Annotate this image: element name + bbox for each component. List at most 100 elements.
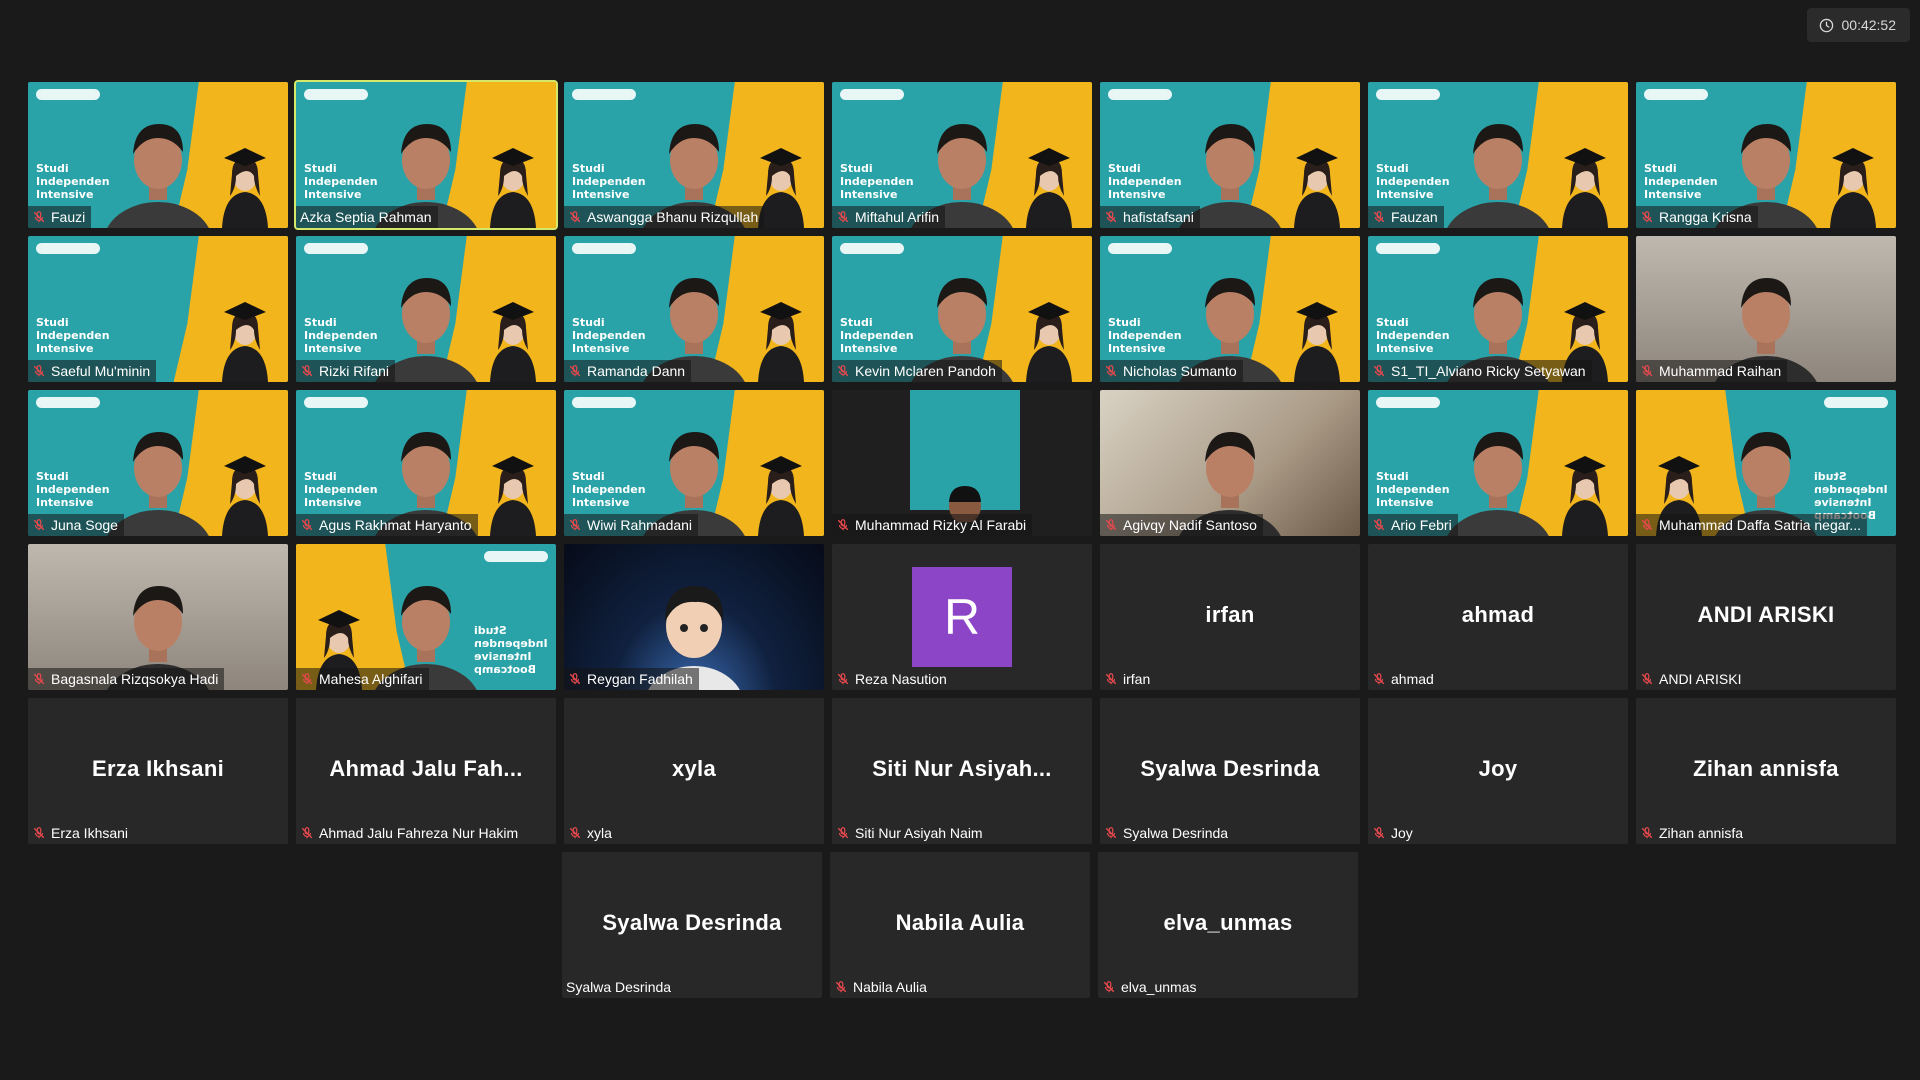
graduate-graphic <box>1562 456 1608 536</box>
participant-name-label: Agus Rakhmat Haryanto <box>296 514 478 536</box>
participant-tile[interactable]: ANDI ARISKI ANDI ARISKI <box>1636 544 1896 690</box>
participant-tile[interactable]: Studi Independen Intensive hafistafsani <box>1100 82 1360 228</box>
promo-line: Independen <box>1108 175 1182 188</box>
participant-tile[interactable]: Studi Independen Intensive Azka Septia Rahm… <box>294 80 558 230</box>
virtual-background-text: Studi Independen Intensive <box>1108 162 1182 201</box>
mic-muted-icon <box>1373 211 1385 223</box>
participant-tile[interactable]: Studi Independen Intensive Ario Febri <box>1368 390 1628 536</box>
participant-tile[interactable]: Muhammad Raihan <box>1636 236 1896 382</box>
promo-line: Intensive <box>840 342 898 355</box>
participant-tile[interactable]: Studi Independen Intensive Miftahul Arifin <box>832 82 1092 228</box>
participant-name: Agivqy Nadif Santoso <box>1123 517 1257 533</box>
promo-line: Independen <box>572 483 646 496</box>
mic-muted-icon <box>1373 365 1385 377</box>
participant-tile[interactable]: Studi Independen Intensive Rangga Krisna <box>1636 82 1896 228</box>
participant-tile[interactable]: Syalwa Desrinda Syalwa Desrinda <box>562 852 822 998</box>
promo-line: Intensive <box>572 342 630 355</box>
promo-line: Independen <box>36 329 110 342</box>
brand-logo <box>36 89 100 100</box>
participant-tile[interactable]: Studi Independen Intensive Agus Rakhmat Har… <box>296 390 556 536</box>
participant-name-label: Agivqy Nadif Santoso <box>1100 514 1263 536</box>
mic-muted-icon <box>33 827 45 839</box>
participant-tile[interactable]: Studi Independen Intensive Fauzan <box>1368 82 1628 228</box>
participant-name-label: Nicholas Sumanto <box>1100 360 1243 382</box>
participant-row: Erza Ikhsani Erza Ikhsani Ahmad Jalu Fah..… <box>28 698 1896 844</box>
promo-line: Studi <box>840 316 873 329</box>
participant-tile[interactable]: Ahmad Jalu Fah... Ahmad Jalu Fahreza Nur … <box>296 698 556 844</box>
participant-tile[interactable]: irfan irfan <box>1100 544 1360 690</box>
initial-avatar: R <box>912 567 1012 667</box>
participant-tile[interactable]: xyla xyla <box>564 698 824 844</box>
mic-muted-icon <box>1103 981 1115 993</box>
mic-muted-icon <box>301 365 313 377</box>
participant-name-label: ANDI ARISKI <box>1636 668 1747 690</box>
promo-line: Independen <box>474 637 548 650</box>
promo-line: Studi <box>36 162 69 175</box>
mic-muted-icon <box>569 365 581 377</box>
participant-name-label: hafistafsani <box>1100 206 1200 228</box>
virtual-background-text: Studi Independen Intensive <box>1376 470 1450 509</box>
participant-tile[interactable]: Joy Joy <box>1368 698 1628 844</box>
participant-name-label: ahmad <box>1368 668 1440 690</box>
participant-tile[interactable]: Reygan Fadhilah <box>564 544 824 690</box>
participant-name: Fauzan <box>1391 209 1438 225</box>
promo-line: Studi <box>36 470 69 483</box>
participant-tile[interactable]: R Reza Nasution <box>832 544 1092 690</box>
graduate-graphic <box>1562 148 1608 228</box>
participant-name-label: Erza Ikhsani <box>28 822 134 844</box>
participant-tile[interactable]: Studi Independen Intensive Rizki Rifani <box>296 236 556 382</box>
promo-line: Intensive <box>36 188 94 201</box>
virtual-background-text: Studi Independen Intensive <box>572 316 646 355</box>
participant-tile[interactable]: Studi Independen Intensive Fauzi <box>28 82 288 228</box>
participant-tile[interactable]: Studi Independen Intensive Juna Soge <box>28 390 288 536</box>
participant-name: Wiwi Rahmadani <box>587 517 693 533</box>
graduate-graphic <box>222 148 268 228</box>
participant-tile[interactable]: Syalwa Desrinda Syalwa Desrinda <box>1100 698 1360 844</box>
participant-name-label: Fauzan <box>1368 206 1444 228</box>
participant-name: Ario Febri <box>1391 517 1452 533</box>
virtual-background-text: Studi Independen Intensive <box>840 316 914 355</box>
graduate-graphic <box>1830 148 1876 228</box>
graduate-graphic <box>490 456 536 536</box>
participant-display-name: Siti Nur Asiyah... <box>872 756 1052 781</box>
graduate-graphic <box>758 302 804 382</box>
graduate-graphic <box>1026 302 1072 382</box>
participant-tile[interactable]: Studi Independen Intensive Wiwi Rahmadani <box>564 390 824 536</box>
participant-tile[interactable]: Siti Nur Asiyah... Siti Nur Asiyah Naim <box>832 698 1092 844</box>
participant-tile[interactable]: Nabila Aulia Nabila Aulia <box>830 852 1090 998</box>
mic-muted-icon <box>301 673 313 685</box>
mic-muted-icon <box>569 673 581 685</box>
participant-tile[interactable]: Bagasnala Rizqsokya Hadi <box>28 544 288 690</box>
participant-name: Muhammad Daffa Satria negar... <box>1659 517 1862 533</box>
mic-muted-icon <box>835 981 847 993</box>
participant-tile[interactable]: Studi Independen Intensive Nicholas Sumanto <box>1100 236 1360 382</box>
participant-tile[interactable]: Zihan annisfa Zihan annisfa <box>1636 698 1896 844</box>
participant-person-graphic <box>1447 124 1549 228</box>
participant-tile[interactable]: StudiIndependenIntensiveBootcampMuhammad… <box>1636 390 1896 536</box>
mic-muted-icon <box>301 519 313 531</box>
participant-tile[interactable]: Studi Independen Intensive Bootcamp Mahesa A… <box>296 544 556 690</box>
participant-tile[interactable]: Muhammad Rizky Al Farabi <box>832 390 1092 536</box>
participant-tile[interactable]: Studi Independen Intensive Saeful Mu'minin <box>28 236 288 382</box>
participant-name-label: Muhammad Rizky Al Farabi <box>832 514 1033 536</box>
participant-tile[interactable]: ahmad ahmad <box>1368 544 1628 690</box>
graduate-graphic <box>1294 148 1340 228</box>
promo-line: Intensive <box>36 342 94 355</box>
brand-logo <box>36 243 100 254</box>
participant-tile[interactable]: Agivqy Nadif Santoso <box>1100 390 1360 536</box>
participant-tile[interactable]: Studi Independen Intensive S1_TI_Alviano Ri… <box>1368 236 1628 382</box>
promo-line: Intensive <box>1108 342 1166 355</box>
participant-tile[interactable]: Studi Independen Intensive Aswangga Bhanu R… <box>564 82 824 228</box>
brand-logo <box>36 397 100 408</box>
participant-tile[interactable]: Studi Independen Intensive Kevin Mclaren Pa… <box>832 236 1092 382</box>
participant-name: Ahmad Jalu Fahreza Nur Hakim <box>319 825 519 841</box>
participant-tile[interactable]: Erza Ikhsani Erza Ikhsani <box>28 698 288 844</box>
participant-tile[interactable]: Studi Independen Intensive Ramanda Dann <box>564 236 824 382</box>
promo-line: Studi <box>304 470 337 483</box>
promo-line: Studi <box>304 316 337 329</box>
participant-display-name: xyla <box>671 756 717 781</box>
participant-tile[interactable]: elva_unmas elva_unmas <box>1098 852 1358 998</box>
promo-line: Studi <box>1644 162 1677 175</box>
promo-line: Independen <box>36 175 110 188</box>
promo-line: Studi <box>1376 316 1409 329</box>
